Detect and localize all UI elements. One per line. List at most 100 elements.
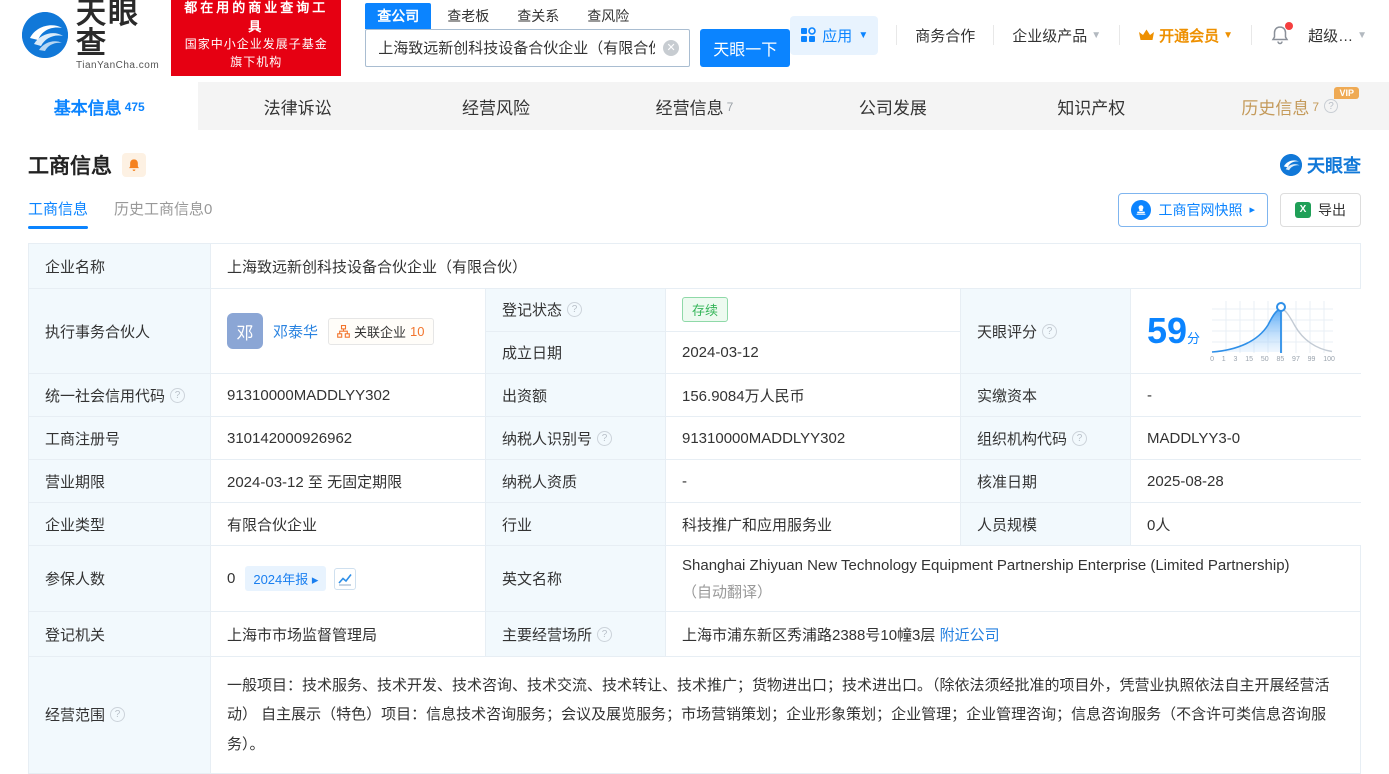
address-label: 主要经营场所 ?	[486, 612, 666, 656]
business-term-label: 营业期限	[29, 460, 211, 502]
trend-chart-icon[interactable]	[334, 567, 357, 590]
org-chart-icon	[337, 324, 350, 338]
staff-size-label: 人员规模	[961, 503, 1131, 545]
registration-number-value: 310142000926962	[211, 417, 486, 459]
taxpayer-qualification-label: 纳税人资质	[486, 460, 666, 502]
table-row: 企业名称 上海致远新创科技设备合伙企业（有限合伙）	[29, 244, 1360, 289]
paid-capital-value: -	[1131, 374, 1362, 416]
org-code-label: 组织机构代码 ?	[961, 417, 1131, 459]
score-chart-ticks: 0 1 3 15 50 85 97 99 100	[1210, 356, 1335, 363]
table-row: 执行事务合伙人 邓 邓泰华 关联企业 10 登记状态 ? 存续 成立日期 202…	[29, 289, 1362, 374]
status-badge: 存续	[682, 297, 729, 323]
credit-code-value: 91310000MADDLYY302	[211, 374, 486, 416]
search-tab-boss[interactable]: 查老板	[435, 3, 501, 29]
watermark-text: 天眼查	[1307, 156, 1361, 176]
export-button[interactable]: X 导出	[1280, 192, 1361, 227]
table-row: 登记状态 ? 存续	[486, 289, 960, 331]
partner-name-link[interactable]: 邓泰华	[273, 321, 318, 342]
company-type-value: 有限合伙企业	[211, 503, 486, 545]
help-icon[interactable]: ?	[597, 430, 613, 446]
section-title: 工商信息	[28, 155, 112, 178]
help-icon[interactable]: ?	[597, 626, 613, 642]
business-scope-label: 经营范围 ?	[29, 657, 211, 773]
search-input-box: ✕	[365, 28, 691, 67]
score-distribution-chart: 0 1 3 15 50 85 97 99 100	[1210, 299, 1335, 363]
registration-status-value: 存续	[666, 289, 960, 331]
menu-item-cooperation[interactable]: 商务合作	[915, 25, 975, 46]
help-icon[interactable]: ?	[110, 707, 126, 723]
search-tab-relation[interactable]: 查关系	[505, 3, 571, 29]
tab-company-development[interactable]: 公司发展	[794, 82, 992, 130]
org-code-value: MADDLYY3-0	[1131, 417, 1362, 459]
credit-code-label: 统一社会信用代码 ?	[29, 374, 211, 416]
monitor-bell-button[interactable]	[122, 153, 146, 177]
clear-search-icon[interactable]: ✕	[663, 39, 680, 56]
section-header: 工商信息 天眼查	[0, 130, 1389, 180]
tianyancha-logo-icon	[22, 12, 68, 58]
user-account-menu[interactable]: 超级… ▼	[1308, 25, 1367, 46]
promo-banner: 都在用的商业查询工具 国家中小企业发展子基金旗下机构	[171, 0, 342, 77]
chevron-down-icon: ▼	[1091, 29, 1102, 41]
score-number: 59	[1147, 310, 1188, 351]
annual-report-badge[interactable]: 2024年报 ▸	[245, 566, 327, 591]
search-tab-risk[interactable]: 查风险	[575, 3, 641, 29]
notifications-bell[interactable]	[1270, 22, 1294, 45]
help-icon[interactable]: ?	[567, 302, 583, 318]
help-icon[interactable]: ?	[1324, 99, 1339, 113]
vip-badge: VIP	[1334, 87, 1359, 99]
partner-label: 执行事务合伙人	[29, 289, 211, 373]
table-row: 登记机关 上海市市场监督管理局 主要经营场所 ? 上海市浦东新区秀浦路2388号…	[29, 612, 1360, 657]
menu-item-enterprise[interactable]: 企业级产品 ▼	[1012, 25, 1101, 46]
tab-basic-info[interactable]: 基本信息 475	[0, 82, 199, 130]
english-name-label: 英文名称	[486, 546, 666, 611]
divider	[896, 25, 898, 45]
score-value: 59分 0 1 3 15 50 85 97 99 100	[1131, 289, 1362, 373]
chevron-down-icon: ▼	[1223, 29, 1234, 41]
search-tab-company[interactable]: 查公司	[365, 2, 432, 29]
help-icon[interactable]: ?	[1042, 323, 1058, 339]
excel-icon: X	[1295, 201, 1311, 218]
subtab-business-info[interactable]: 工商信息	[28, 198, 89, 229]
taxpayer-qualification-value: -	[666, 460, 961, 502]
established-date-label: 成立日期	[486, 331, 666, 373]
tab-business-info[interactable]: 经营信息 7	[595, 82, 793, 130]
tianyancha-logo-icon	[1280, 154, 1302, 176]
search-button[interactable]: 天眼一下	[700, 28, 791, 67]
table-row: 营业期限 2024-03-12 至 无固定期限 纳税人资质 - 核准日期 202…	[29, 460, 1362, 503]
help-icon[interactable]: ?	[170, 387, 186, 403]
tab-intellectual-property[interactable]: 知识产权	[992, 82, 1190, 130]
divider	[1119, 25, 1121, 45]
business-info-table: 企业名称 上海致远新创科技设备合伙企业（有限合伙） 执行事务合伙人 邓 邓泰华 …	[28, 243, 1362, 774]
tab-operating-risk[interactable]: 经营风险	[397, 82, 595, 130]
apps-menu[interactable]: 应用 ▼	[790, 15, 879, 55]
top-header: 天眼查 TianYanCha.com 都在用的商业查询工具 国家中小企业发展子基…	[0, 0, 1389, 77]
search-input[interactable]	[366, 29, 690, 66]
related-companies-badge[interactable]: 关联企业 10	[328, 317, 434, 345]
search-area: 查公司 查老板 查关系 查风险 ✕ 天眼一下	[365, 2, 791, 67]
table-row: 经营范围 ? 一般项目：技术服务、技术开发、技术咨询、技术交流、技术转让、技术推…	[29, 657, 1360, 774]
address-value: 上海市浦东新区秀浦路2388号10幢3层 附近公司	[666, 612, 1360, 656]
tab-history-info[interactable]: VIP 历史信息 7 ?	[1191, 82, 1389, 130]
menu-item-vip[interactable]: 开通会员 ▼	[1138, 25, 1233, 46]
chevron-down-icon: ▼	[858, 29, 869, 41]
business-term-value: 2024-03-12 至 无固定期限	[211, 460, 486, 502]
table-row: 统一社会信用代码 ? 91310000MADDLYY302 出资额 156.90…	[29, 374, 1362, 417]
partner-avatar[interactable]: 邓	[227, 313, 263, 349]
company-type-label: 企业类型	[29, 503, 211, 545]
capital-value: 156.9084万人民币	[666, 374, 961, 416]
header-menu: 应用 ▼ 商务合作 企业级产品 ▼ 开通会员 ▼ 超级… ▼	[790, 15, 1367, 55]
nearby-companies-link[interactable]: 附近公司	[940, 624, 1000, 645]
official-snapshot-button[interactable]: 工商官网快照 ▸	[1118, 192, 1268, 227]
table-row: 参保人数 0 2024年报 ▸ 英文名称 Shanghai Zhiyuan Ne…	[29, 546, 1360, 612]
apps-grid-icon	[801, 27, 817, 42]
tianyancha-logo[interactable]: 天眼查 TianYanCha.com	[22, 0, 159, 71]
partner-value: 邓 邓泰华 关联企业 10	[211, 289, 486, 373]
table-row: 工商注册号 310142000926962 纳税人识别号 ? 91310000M…	[29, 417, 1362, 460]
help-icon[interactable]: ?	[1072, 430, 1088, 446]
stamp-icon	[1131, 199, 1152, 220]
tab-legal-litigation[interactable]: 法律诉讼	[198, 82, 396, 130]
bell-icon	[129, 159, 139, 171]
subtab-history-business-info[interactable]: 历史工商信息0	[114, 198, 212, 229]
chevron-down-icon: ▼	[1357, 29, 1367, 41]
promo-banner-line1: 都在用的商业查询工具	[184, 0, 329, 34]
